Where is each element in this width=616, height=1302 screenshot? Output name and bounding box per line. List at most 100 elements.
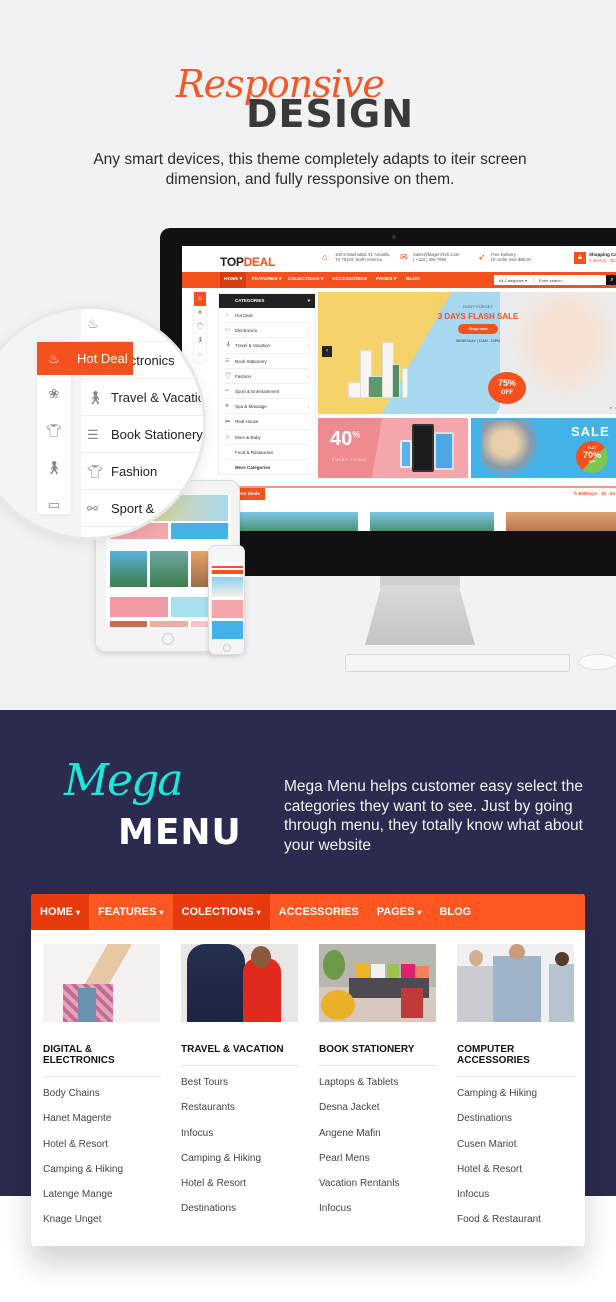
menu-link[interactable]: Vacation Rentanls xyxy=(319,1175,437,1200)
menu-link[interactable]: Camping & Hiking xyxy=(43,1161,161,1186)
mouse xyxy=(578,654,616,670)
categories-header[interactable]: CATEGORIES xyxy=(219,294,315,308)
menu-link[interactable]: Camping & Hiking xyxy=(457,1085,575,1110)
site-search: All Categories ▾ Enter search... ⌕ xyxy=(494,275,616,285)
menu-link[interactable]: Angene Mafin xyxy=(319,1125,437,1150)
search-category-select[interactable]: All Categories ▾ xyxy=(494,277,534,283)
men-jackets-photo[interactable] xyxy=(457,944,574,1022)
site-nav-blog[interactable]: BLOG xyxy=(402,272,424,288)
search-input[interactable]: Enter search... xyxy=(534,278,606,283)
menu-link[interactable]: Infocus xyxy=(319,1200,437,1225)
phone-device xyxy=(208,545,245,655)
site-nav-pages[interactable]: PAGES ▾ xyxy=(372,272,400,288)
menu-link[interactable]: Food & Restaurant xyxy=(457,1211,575,1236)
keyboard xyxy=(345,654,570,672)
lotus-icon[interactable]: ❀ xyxy=(37,375,71,412)
slider-title: 3 DAYS FLASH SALE xyxy=(437,312,519,321)
product-thumb[interactable] xyxy=(370,512,494,531)
menu-link[interactable]: Best Tours xyxy=(181,1074,299,1099)
header-contact: ✉ Sales@MagenTech.Com( +123 ) 456 7890 xyxy=(400,252,460,262)
menu-link[interactable]: Hanet Magente xyxy=(43,1110,161,1135)
product-thumb[interactable] xyxy=(234,512,358,531)
hot-deals-bar: Hot Deals ↻ 640Days : 12 : 54 : 15 xyxy=(234,486,616,500)
mega-nav-features[interactable]: FEATURES ▾ xyxy=(89,894,172,930)
category-item[interactable]: ❀ Spa & Massage › xyxy=(225,399,309,415)
menu-link[interactable]: Infocus xyxy=(457,1186,575,1211)
shopping-cart[interactable]: 🔒︎ Shopping Cart0 item(s) - $0.00 xyxy=(574,252,616,264)
site-nav-features[interactable]: FEATURES ▾ xyxy=(248,272,285,288)
mega-nav-accessories[interactable]: ACCESSORIES xyxy=(270,894,368,930)
walk-icon[interactable]: 🚶︎ xyxy=(37,449,71,486)
mega-column-book: BOOK STATIONERY Laptops & Tablets Desna J… xyxy=(319,944,437,1226)
menu-link[interactable]: Body Chains xyxy=(43,1085,161,1110)
column-title[interactable]: BOOK STATIONERY xyxy=(319,1044,437,1066)
banner-40-off[interactable]: 40% EVERY THING xyxy=(318,418,468,478)
menu-link[interactable]: Restaurants xyxy=(181,1099,299,1124)
column-title[interactable]: DIGITAL & ELECTRONICS xyxy=(43,1044,161,1077)
responsive-section: Responsive DESIGN Any smart devices, thi… xyxy=(0,0,616,710)
slider-dots[interactable]: ● ● ● xyxy=(610,405,616,410)
category-item[interactable]: ☰ Book Stationery xyxy=(225,354,309,369)
magnifier-zoom: ♨ Electronics 🚶︎ Travel & Vacation ☰ Book … xyxy=(0,306,206,540)
menu-link[interactable]: Infocus xyxy=(181,1125,299,1150)
menu-link[interactable]: Laptops & Tablets xyxy=(319,1074,437,1099)
delivery-icon: ➶ xyxy=(478,252,486,262)
menu-link[interactable]: Hotel & Resort xyxy=(181,1175,299,1200)
woman-fashion-photo[interactable] xyxy=(43,944,160,1022)
banner-sale-70[interactable]: SALE FLAT 70% OFF xyxy=(471,418,616,478)
site-nav-colections[interactable]: COLECTIONS ▾ xyxy=(284,272,327,288)
mega-nav-colections[interactable]: COLECTIONS ▾ xyxy=(172,894,270,930)
magnified-item[interactable]: ☰ Book Stationery xyxy=(81,416,203,453)
site-nav-home[interactable]: HOME ▾ xyxy=(220,272,247,288)
mega-nav-pages[interactable]: PAGES ▾ xyxy=(368,894,431,930)
site-logo[interactable]: TOPDEAL xyxy=(220,255,275,269)
category-label: More Categories xyxy=(235,464,271,470)
column-title[interactable]: COMPUTER ACCESSORIES xyxy=(457,1044,575,1077)
shop-now-button[interactable]: Shop now xyxy=(458,324,498,334)
menu-link[interactable]: Destinations xyxy=(457,1110,575,1135)
mega-nav-blog[interactable]: BLOG xyxy=(430,894,480,930)
site-nav-accessories[interactable]: ACCESSORIES xyxy=(328,272,371,288)
menu-link[interactable]: Pearl Mens xyxy=(319,1150,437,1175)
category-item[interactable]: 👕︎ Fashion › xyxy=(225,369,309,384)
phone-home-button xyxy=(223,644,231,652)
product-thumb[interactable] xyxy=(506,512,616,531)
category-item[interactable]: 🚶︎ Travel & Vacation › xyxy=(225,338,309,354)
laptop-icon[interactable]: ▭ xyxy=(37,486,71,523)
category-item[interactable]: ▬ Real House xyxy=(225,414,309,430)
magnified-item[interactable]: 👕︎ Fashion xyxy=(81,453,203,490)
menu-link[interactable]: Destinations xyxy=(181,1200,299,1225)
menu-link[interactable]: Camping & Hiking xyxy=(181,1150,299,1175)
couple-denim-photo[interactable] xyxy=(181,944,298,1022)
category-item[interactable]: ☺ Mom & Baby xyxy=(225,430,309,445)
category-item[interactable]: ⚯ Sport & Entertainment xyxy=(225,384,309,400)
menu-link[interactable]: Knage Unget xyxy=(43,1211,161,1236)
mega-nav-home[interactable]: HOME ▾ xyxy=(31,894,90,930)
menu-link[interactable]: Cusen Mariot xyxy=(457,1136,575,1161)
category-item[interactable]: ♨ Hot Deal xyxy=(225,308,309,324)
baby-icon: ☺ xyxy=(225,433,231,440)
category-item[interactable]: More Categories xyxy=(225,460,309,475)
menu-link[interactable]: Hotel & Resort xyxy=(43,1136,161,1161)
living-room-photo[interactable] xyxy=(319,944,436,1022)
category-item[interactable]: Food & Restaurant xyxy=(225,445,309,460)
category-label: Hot Deal xyxy=(235,313,253,318)
responsive-description: Any smart devices, this theme completely… xyxy=(93,151,527,188)
desktop-screen: TOPDEAL ⌂ 100 S Manhattan St, Amarillo, T… xyxy=(182,246,616,531)
category-label: Mom & Baby xyxy=(235,434,261,440)
menu-link[interactable]: Latenge Mange xyxy=(43,1186,161,1211)
fire-icon[interactable]: ♨ xyxy=(194,292,206,306)
fire-icon[interactable]: ♨ xyxy=(37,342,71,375)
magnified-item[interactable]: 🚶︎ Travel & Vacation xyxy=(81,379,203,416)
magnified-item[interactable]: ⚯Sport & Entertainment xyxy=(81,490,203,527)
category-item[interactable]: ▭ Electronics › xyxy=(225,323,309,339)
menu-link[interactable]: Hotel & Resort xyxy=(457,1161,575,1186)
design-title: DESIGN xyxy=(246,92,415,136)
menu-link[interactable]: Desna Jacket xyxy=(319,1099,437,1124)
slider-prev-icon[interactable]: ‹ xyxy=(322,346,332,357)
shirt-icon[interactable]: 👕︎ xyxy=(37,412,71,449)
hot-deal-tab[interactable]: Hot Deal xyxy=(71,342,133,375)
product-row xyxy=(234,512,616,531)
column-title[interactable]: TRAVEL & VACATION xyxy=(181,1044,299,1066)
search-icon[interactable]: ⌕ xyxy=(606,275,616,285)
